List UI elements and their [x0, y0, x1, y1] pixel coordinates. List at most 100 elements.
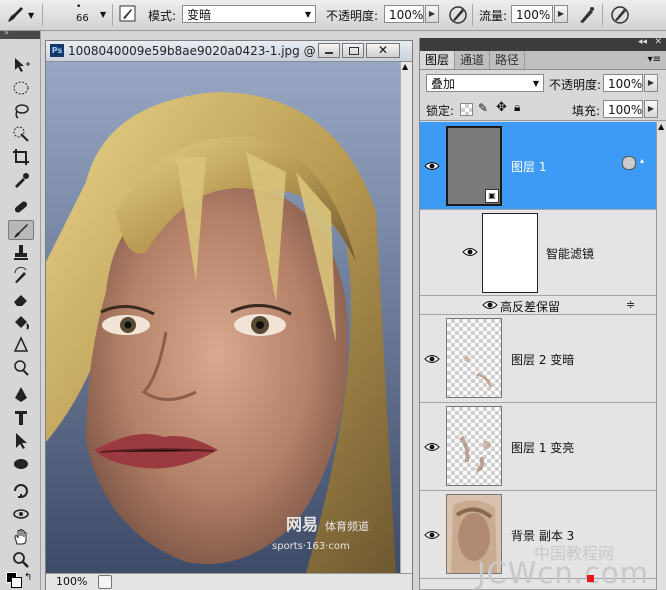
scroll-up-icon[interactable]: ▲ — [658, 122, 664, 131]
tab-paths[interactable]: 路径 — [490, 51, 526, 69]
layer-name: 图层 1 变亮 — [511, 441, 575, 455]
lock-all-icon[interactable]: 🔒︎ — [514, 100, 520, 115]
brush-picker-arrow[interactable]: ▼ — [100, 10, 106, 19]
toolbox-header: » — [0, 28, 40, 39]
move-tool-icon[interactable] — [8, 55, 34, 75]
clone-stamp-tool-icon[interactable] — [8, 243, 34, 263]
layer-thumbnail — [446, 406, 502, 486]
document-title-bar[interactable]: Ps 1008040009e59b8ae9020a0423-1.jpg @ 1.… — [46, 41, 412, 62]
minimize-button[interactable] — [318, 43, 340, 58]
eyedropper-tool-icon[interactable] — [8, 170, 34, 190]
visibility-eye-icon[interactable] — [424, 353, 440, 365]
layer-row-layer1[interactable]: ▣ 图层 1 ▴ — [420, 122, 656, 210]
smart-filter-badge-icon[interactable] — [622, 156, 636, 170]
lock-position-icon[interactable]: ✥ — [496, 100, 507, 115]
brush-panel-toggle-icon[interactable] — [118, 4, 140, 26]
eraser-tool-icon[interactable] — [8, 289, 34, 309]
close-button[interactable]: ✕ — [366, 43, 400, 58]
image-canvas[interactable]: 网易 体育频道 sports·163·com — [46, 62, 400, 573]
status-bar: 100% — [46, 573, 412, 590]
fill-input[interactable]: 100% — [603, 100, 643, 118]
scroll-up-icon[interactable]: ▲ — [402, 62, 408, 71]
flow-label: 流量: — [479, 9, 508, 23]
smart-filters-row[interactable]: 智能滤镜 — [420, 210, 656, 296]
panel-menu-icon[interactable]: ▾≡ — [648, 54, 661, 65]
photo-watermark-brand: 网易 — [286, 515, 318, 534]
blend-mode-select[interactable]: 叠加 ▼ — [426, 74, 544, 92]
zoom-tool-icon[interactable] — [8, 550, 34, 570]
opacity-slider-button[interactable]: ▶ — [425, 5, 439, 23]
document-title: 1008040009e59b8ae9020a0423-1.jpg @ 1... — [68, 44, 339, 58]
pressure-opacity-icon[interactable] — [447, 4, 469, 26]
filter-row-high-pass[interactable]: 高反差保留 ≑ — [420, 296, 656, 315]
layers-scrollbar[interactable]: ▲ — [656, 122, 666, 590]
layer-row-layer1-lighten[interactable]: 图层 1 变亮 — [420, 403, 656, 491]
expand-effects-icon[interactable]: ▴ — [640, 156, 644, 165]
3d-rotate-tool-icon[interactable] — [8, 481, 34, 501]
status-info-icon[interactable] — [98, 575, 112, 589]
visibility-eye-icon[interactable] — [424, 160, 440, 172]
visibility-eye-icon[interactable] — [424, 441, 440, 453]
visibility-eye-icon[interactable] — [462, 246, 478, 258]
quick-selection-tool-icon[interactable] — [8, 124, 34, 144]
airbrush-icon[interactable] — [576, 4, 598, 26]
layer-opacity-input[interactable]: 100% — [603, 74, 643, 92]
flow-slider-button[interactable]: ▶ — [554, 5, 568, 23]
paint-bucket-tool-icon[interactable] — [8, 312, 34, 332]
pressure-size-icon[interactable] — [609, 4, 631, 26]
background-color-swatch[interactable] — [11, 577, 22, 588]
path-selection-tool-icon[interactable] — [8, 431, 34, 451]
chevron-down-icon: ▼ — [532, 79, 539, 88]
flow-input[interactable]: 100% — [511, 5, 553, 23]
mode-select-value: 变暗 — [187, 8, 212, 22]
type-tool-icon[interactable] — [8, 408, 34, 428]
collapse-panel-icon[interactable]: ◂◂ — [638, 37, 647, 47]
shape-tool-icon[interactable] — [8, 454, 34, 474]
layer-row-layer2-darken[interactable]: 图层 2 变暗 — [420, 315, 656, 403]
preset-dropdown-arrow[interactable]: ▼ — [28, 11, 34, 20]
collapse-icon[interactable]: » — [4, 28, 9, 37]
watermark-dot — [587, 575, 594, 582]
lock-label: 锁定: — [426, 104, 455, 118]
opacity-label: 不透明度: — [326, 9, 379, 23]
mode-label: 模式: — [148, 9, 177, 23]
lock-transparency-icon[interactable] — [460, 103, 473, 116]
tab-channels[interactable]: 通道 — [455, 51, 491, 69]
panel-tabs: 图层 通道 路径 ▾≡ — [420, 51, 666, 70]
brush-tool-preset-icon[interactable] — [4, 4, 26, 26]
opacity-input[interactable]: 100% — [384, 5, 424, 23]
layer-thumbnail: ▣ — [446, 126, 502, 206]
mode-select[interactable]: 变暗 ▼ — [182, 5, 316, 23]
pen-tool-icon[interactable] — [8, 385, 34, 405]
swap-colors-icon[interactable]: ↰ — [24, 572, 32, 583]
blur-tool-icon[interactable] — [8, 335, 34, 355]
hand-tool-icon[interactable] — [8, 527, 34, 547]
filter-mask-thumbnail[interactable] — [482, 213, 538, 293]
close-panel-icon[interactable]: ✕ — [654, 37, 662, 47]
smart-filters-label: 智能滤镜 — [546, 247, 595, 261]
zoom-level[interactable]: 100% — [56, 575, 87, 588]
visibility-eye-icon[interactable] — [482, 299, 498, 311]
fill-slider-button[interactable]: ▶ — [644, 100, 658, 118]
dodge-tool-icon[interactable] — [8, 358, 34, 378]
lock-row: 锁定: ✎ ✥ 🔒︎ 填充: 100% ▶ — [420, 98, 666, 121]
brush-dot-icon: • — [76, 2, 82, 12]
filter-name: 高反差保留 — [500, 300, 561, 314]
color-swatches[interactable] — [6, 572, 22, 588]
maximize-button[interactable] — [342, 43, 364, 58]
spot-healing-tool-icon[interactable] — [8, 197, 34, 217]
3d-orbit-tool-icon[interactable] — [8, 504, 34, 524]
vertical-scrollbar[interactable]: ▲ — [400, 62, 412, 573]
smart-object-icon: ▣ — [485, 189, 499, 203]
history-brush-tool-icon[interactable] — [8, 266, 34, 286]
brush-tool-icon[interactable] — [8, 220, 34, 240]
lock-pixels-icon[interactable]: ✎ — [478, 101, 488, 115]
visibility-eye-icon[interactable] — [424, 529, 440, 541]
crop-tool-icon[interactable] — [8, 147, 34, 167]
lasso-tool-icon[interactable] — [8, 101, 34, 121]
tab-layers[interactable]: 图层 — [420, 51, 456, 69]
layer-opacity-slider-button[interactable]: ▶ — [644, 74, 658, 92]
panel-dock-header: ◂◂ ✕ — [420, 37, 666, 51]
filter-blending-options-icon[interactable]: ≑ — [626, 298, 635, 311]
marquee-tool-icon[interactable] — [8, 78, 34, 98]
